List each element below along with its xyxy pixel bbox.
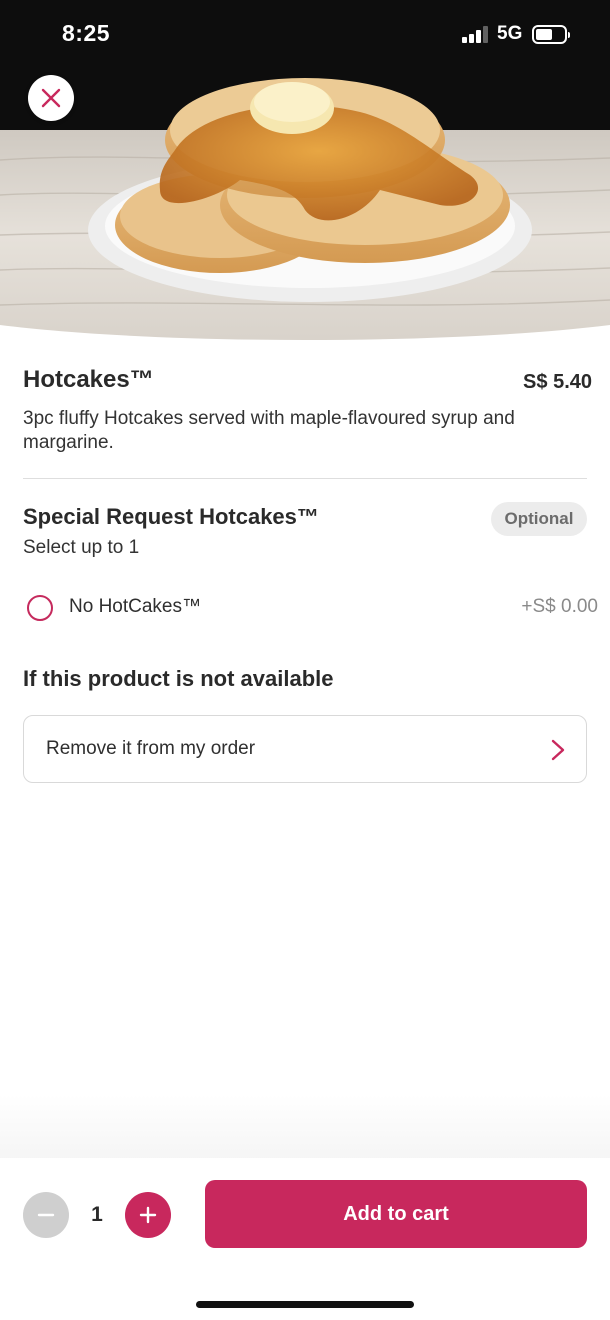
network-type: 5G: [497, 23, 523, 44]
home-indicator: [196, 1301, 414, 1308]
unavailable-select[interactable]: Remove it from my order: [23, 715, 587, 783]
option-no-hotcakes[interactable]: No HotCakes™ +S$ 0.00: [23, 587, 598, 627]
add-to-cart-button[interactable]: Add to cart: [205, 1180, 587, 1248]
bottom-fade: [0, 1095, 610, 1160]
cart-bar: 1 Add to cart: [0, 1158, 610, 1320]
signal-icon: [462, 26, 492, 43]
close-icon: [41, 88, 61, 108]
unavailable-select-value: Remove it from my order: [46, 738, 256, 759]
increase-quantity-button[interactable]: [125, 1192, 171, 1238]
special-request-subtitle: Select up to 1: [23, 537, 140, 558]
decrease-quantity-button[interactable]: [23, 1192, 69, 1238]
battery-level: [536, 29, 552, 40]
special-request-title: Special Request Hotcakes™: [23, 504, 319, 529]
option-price: +S$ 0.00: [521, 596, 598, 617]
status-time: 8:25: [62, 20, 111, 46]
unavailable-title: If this product is not available: [23, 666, 334, 691]
product-name: Hotcakes™: [23, 366, 154, 393]
option-label: No HotCakes™: [69, 596, 201, 617]
product-price: S$ 5.40: [523, 371, 592, 393]
radio-button[interactable]: [27, 595, 53, 621]
quantity-value: 1: [91, 1203, 103, 1226]
close-button[interactable]: [28, 75, 74, 121]
product-description: 3pc fluffy Hotcakes served with maple-fl…: [23, 408, 515, 453]
minus-icon: [37, 1213, 55, 1217]
divider: [23, 478, 587, 479]
chevron-right-icon: [551, 739, 565, 761]
status-bar: 8:25 5G: [0, 0, 610, 70]
plus-icon: [139, 1206, 157, 1224]
battery-icon: [532, 25, 570, 44]
optional-badge: Optional: [491, 502, 587, 536]
